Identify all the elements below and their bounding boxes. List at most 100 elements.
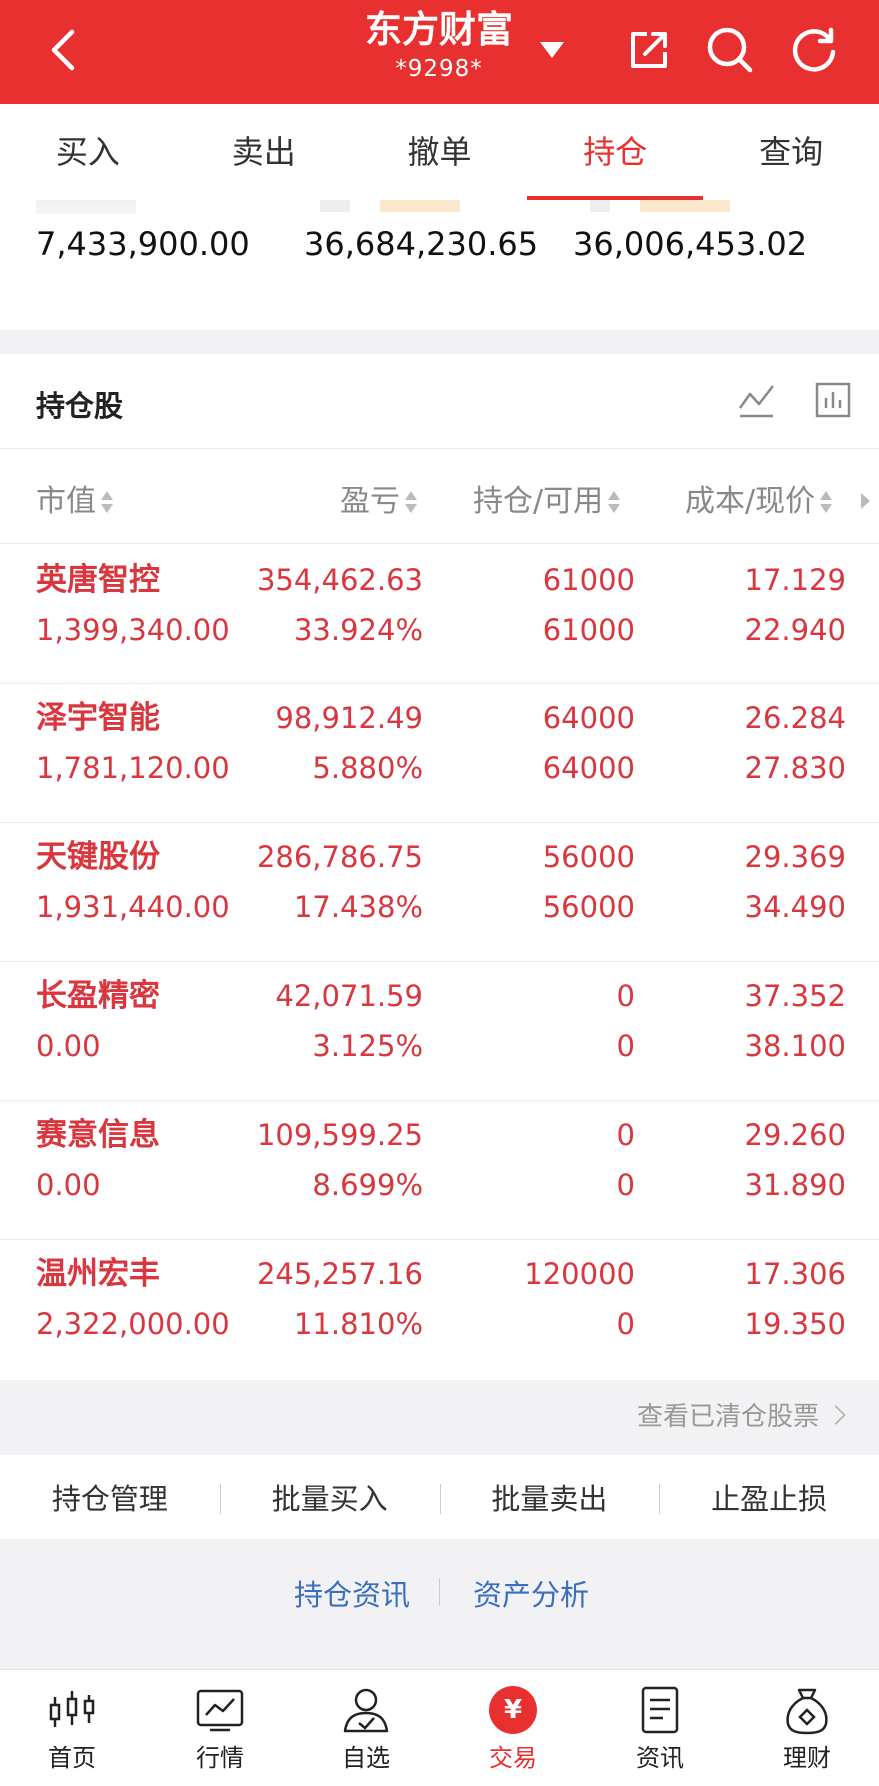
- stock-name: 泽宇智能: [36, 700, 160, 736]
- link-separator: [439, 1578, 440, 1606]
- person-icon: [338, 1682, 394, 1738]
- tab-cancel[interactable]: 撤单: [352, 104, 528, 200]
- share-button[interactable]: [621, 22, 677, 78]
- tab-sell[interactable]: 卖出: [176, 104, 352, 200]
- market-value: 1,781,120.00: [36, 751, 230, 785]
- column-cost-price[interactable]: 成本/现价: [685, 480, 833, 524]
- available: 0: [616, 1168, 635, 1202]
- column-label: 盈亏: [340, 484, 400, 519]
- section-gap: [0, 330, 879, 354]
- batch-sell-button[interactable]: 批量卖出: [439, 1476, 660, 1518]
- current-price: 22.940: [744, 613, 846, 647]
- refresh-button[interactable]: [786, 22, 842, 78]
- trade-badge: ¥: [489, 1686, 537, 1734]
- column-label: 成本/现价: [685, 484, 816, 519]
- stop-profit-loss-button[interactable]: 止盈止损: [659, 1476, 879, 1518]
- cost: 17.129: [744, 563, 846, 597]
- nav-label: 自选: [342, 1744, 390, 1772]
- market-value: 1,931,440.00: [36, 890, 230, 924]
- pnl: 245,257.16: [256, 1257, 423, 1291]
- trade-tabs: 买入 卖出 撤单 持仓 查询: [0, 104, 879, 200]
- scrolled-badge-fragment: [640, 200, 730, 212]
- nav-home[interactable]: 首页: [22, 1682, 122, 1772]
- asset-analysis-link[interactable]: 资产分析: [473, 1572, 589, 1614]
- line-chart-view-icon[interactable]: [737, 380, 777, 420]
- cost: 17.306: [744, 1257, 846, 1291]
- cost: 37.352: [744, 979, 846, 1013]
- scrolled-label-fragment: [36, 200, 136, 214]
- pnl-percent: 5.880%: [312, 751, 423, 785]
- position: 61000: [542, 563, 635, 597]
- nav-label: 资讯: [636, 1744, 684, 1772]
- holding-row[interactable]: 泽宇智能 1,781,120.00 98,912.49 5.880% 64000…: [0, 684, 879, 823]
- nav-watchlist[interactable]: 自选: [316, 1682, 416, 1772]
- stock-name: 英唐智控: [36, 562, 160, 598]
- yuan-icon: ¥: [485, 1682, 541, 1738]
- current-price: 38.100: [744, 1029, 846, 1063]
- candlestick-icon: [44, 1682, 100, 1738]
- view-cleared-stocks-link[interactable]: 查看已清仓股票: [636, 1396, 846, 1433]
- sort-icon: [819, 489, 833, 515]
- position: 0: [616, 1118, 635, 1152]
- position: 56000: [542, 840, 635, 874]
- holding-row[interactable]: 长盈精密 0.00 42,071.59 3.125% 0 0 37.352 38…: [0, 962, 879, 1101]
- back-button[interactable]: [38, 22, 88, 78]
- pnl-percent: 8.699%: [312, 1168, 423, 1202]
- available: 64000: [542, 751, 635, 785]
- current-price: 34.490: [744, 890, 846, 924]
- column-position[interactable]: 持仓/可用: [473, 480, 621, 524]
- nav-market[interactable]: 行情: [170, 1682, 270, 1772]
- divider: [0, 448, 879, 449]
- available: 61000: [542, 613, 635, 647]
- holding-row[interactable]: 温州宏丰 2,322,000.00 245,257.16 11.810% 120…: [0, 1240, 879, 1379]
- column-label: 市值: [36, 484, 96, 519]
- position: 120000: [524, 1257, 635, 1291]
- batch-buy-button[interactable]: 批量买入: [219, 1476, 440, 1518]
- nav-label: 交易: [489, 1744, 537, 1772]
- scroll-right-icon[interactable]: [861, 493, 870, 509]
- stock-name: 天键股份: [36, 839, 160, 875]
- current-price: 19.350: [744, 1307, 846, 1341]
- column-market-value[interactable]: 市值: [36, 480, 114, 524]
- available: 0: [616, 1029, 635, 1063]
- holding-row[interactable]: 天键股份 1,931,440.00 286,786.75 17.438% 560…: [0, 823, 879, 962]
- view-cleared-label: 查看已清仓股票: [636, 1402, 819, 1432]
- holding-row[interactable]: 赛意信息 0.00 109,599.25 8.699% 0 0 29.260 3…: [0, 1101, 879, 1240]
- available: 56000: [542, 890, 635, 924]
- search-button[interactable]: [702, 22, 758, 78]
- total-assets: 36,006,453.02: [573, 225, 808, 263]
- position: 0: [616, 979, 635, 1013]
- tab-holdings[interactable]: 持仓: [527, 104, 703, 200]
- current-price: 27.830: [744, 751, 846, 785]
- market-value: 0.00: [36, 1029, 101, 1063]
- bar-chart-view-icon[interactable]: [813, 380, 853, 420]
- current-price: 31.890: [744, 1168, 846, 1202]
- stock-name: 长盈精密: [36, 978, 160, 1014]
- pnl: 98,912.49: [275, 701, 423, 735]
- nav-wealth[interactable]: 理财: [757, 1682, 857, 1772]
- holding-news-link[interactable]: 持仓资讯: [294, 1572, 410, 1614]
- holding-row[interactable]: 英唐智控 1,399,340.00 354,462.63 33.924% 610…: [0, 544, 879, 683]
- dropdown-triangle-icon[interactable]: [537, 38, 567, 62]
- nav-news[interactable]: 资讯: [610, 1682, 710, 1772]
- sort-icon: [404, 489, 418, 515]
- position-management-button[interactable]: 持仓管理: [0, 1476, 220, 1518]
- cost: 29.369: [744, 840, 846, 874]
- available-funds: 36,684,230.65: [304, 225, 539, 263]
- position: 64000: [542, 701, 635, 735]
- tab-query[interactable]: 查询: [703, 104, 879, 200]
- sort-icon: [607, 489, 621, 515]
- moneybag-icon: [779, 1682, 835, 1738]
- cost: 29.260: [744, 1118, 846, 1152]
- nav-label: 首页: [48, 1744, 96, 1772]
- tab-buy[interactable]: 买入: [0, 104, 176, 200]
- nav-trade[interactable]: ¥ 交易: [463, 1682, 563, 1772]
- stock-name: 赛意信息: [36, 1117, 160, 1153]
- pnl: 42,071.59: [275, 979, 423, 1013]
- column-pnl[interactable]: 盈亏: [340, 480, 418, 524]
- market-value: 2,322,000.00: [36, 1307, 230, 1341]
- account-switcher[interactable]: 东方财富 *9298*: [339, 6, 539, 84]
- app-header: 东方财富 *9298*: [0, 0, 879, 104]
- cost: 26.284: [744, 701, 846, 735]
- market-value: 1,399,340.00: [36, 613, 230, 647]
